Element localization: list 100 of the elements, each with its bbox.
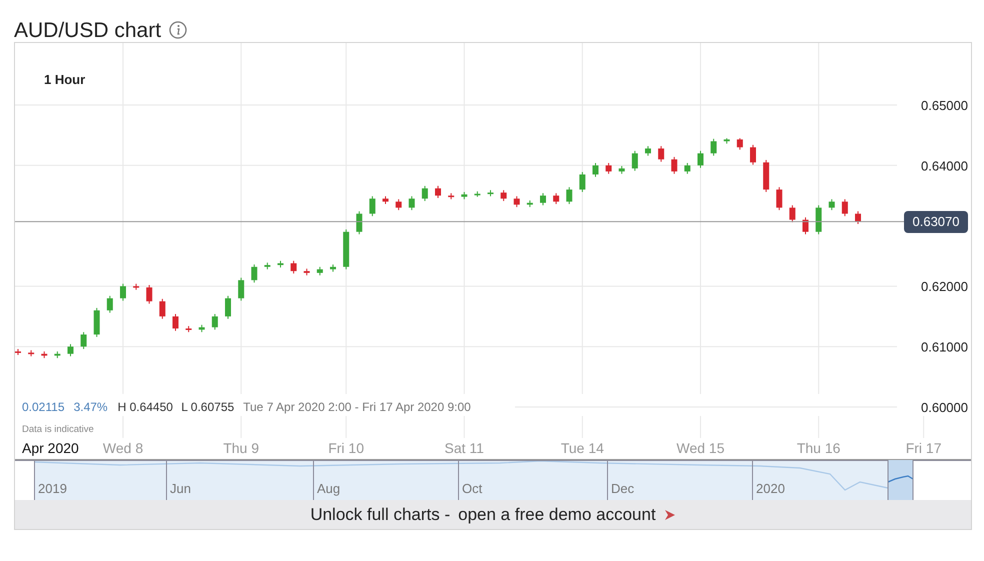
price-tag: 0.63070 <box>904 210 968 233</box>
candle <box>710 138 717 156</box>
candle <box>855 210 861 224</box>
x-axis-label: Sat 11 <box>444 440 484 456</box>
triangle-icon <box>664 508 676 520</box>
candle <box>645 146 651 156</box>
candle <box>592 162 598 178</box>
candle <box>698 150 704 168</box>
candle <box>658 146 664 162</box>
candle <box>68 344 74 357</box>
demo-account-link[interactable]: open a free demo account <box>458 502 676 528</box>
candle <box>514 196 520 208</box>
x-axis-label: Fri 10 <box>328 440 364 456</box>
stat-text: Tue 7 Apr 2020 2:00 - Fri 17 Apr 2020 9:00 <box>243 400 471 414</box>
candle <box>474 190 480 198</box>
candle <box>789 204 796 223</box>
x-axis-label: Wed 8 <box>102 440 144 456</box>
timeframe-label[interactable]: 1 Hour <box>44 72 86 87</box>
candle <box>146 284 152 304</box>
candle <box>316 266 323 276</box>
x-axis-label: Apr 2020 <box>22 440 79 456</box>
candle <box>80 332 87 350</box>
y-axis-label: 0.62000 <box>921 279 968 294</box>
candle <box>435 185 441 199</box>
candle <box>198 324 205 333</box>
y-axis-label: 0.65000 <box>921 98 968 113</box>
candle <box>159 298 166 320</box>
candle <box>632 150 638 172</box>
candle <box>553 192 560 205</box>
candle <box>106 295 113 314</box>
candle <box>408 196 415 211</box>
stat-text: 0.02115 <box>22 400 64 414</box>
candle <box>15 348 21 356</box>
candle <box>212 313 218 330</box>
x-axis-label: Thu 9 <box>223 440 260 456</box>
x-axis-label: Wed 15 <box>676 440 724 456</box>
y-axis-label: 0.60000 <box>921 400 968 415</box>
x-axis-label: Fri 17 <box>906 440 942 456</box>
candle <box>369 196 376 217</box>
candle <box>343 228 350 270</box>
candle <box>618 166 625 174</box>
candle <box>540 192 546 206</box>
x-axis-label: Tue 14 <box>560 440 604 456</box>
candle <box>671 156 678 174</box>
candle <box>763 159 770 192</box>
x-axis-label: Thu 16 <box>796 440 840 456</box>
candle <box>776 186 782 211</box>
info-icon[interactable] <box>169 21 188 39</box>
candle <box>842 198 848 217</box>
navigator-label: Aug <box>317 481 340 496</box>
candle <box>41 350 48 359</box>
candle <box>422 185 428 202</box>
chart-title: AUD/USD chart <box>14 20 162 40</box>
navigator-window[interactable] <box>888 460 913 500</box>
candle <box>396 198 402 211</box>
candle <box>606 162 612 174</box>
candle <box>278 260 284 268</box>
candle <box>579 172 586 192</box>
candle <box>828 198 835 211</box>
banner-text: Unlock full charts - <box>310 504 450 526</box>
candle <box>186 326 192 333</box>
navigator-label: Dec <box>611 481 634 496</box>
candle <box>238 277 244 302</box>
candle <box>94 307 100 338</box>
candle <box>172 313 178 332</box>
stat-text: 3.47% <box>74 400 108 414</box>
candle <box>802 216 808 235</box>
selected-range-line <box>888 475 914 483</box>
candle <box>251 264 258 284</box>
candle <box>500 190 507 202</box>
candle <box>54 350 60 359</box>
candle <box>382 196 388 205</box>
candle <box>488 190 494 197</box>
candle <box>461 191 468 200</box>
disclaimer-text: Data is indicative <box>22 424 94 435</box>
candle <box>736 138 743 150</box>
candle <box>448 192 454 200</box>
candle <box>330 264 336 272</box>
candle <box>750 144 756 166</box>
candle <box>724 138 730 144</box>
navigator-label: Oct <box>462 481 482 496</box>
candle <box>120 283 126 302</box>
candle <box>356 210 362 235</box>
stat-text: L 0.60755 <box>181 400 234 414</box>
candle <box>684 162 690 174</box>
candle <box>28 350 34 357</box>
candle <box>526 200 533 208</box>
y-axis-label: 0.64000 <box>921 158 968 174</box>
candle <box>816 204 822 235</box>
navigator-label: 2019 <box>38 481 67 496</box>
candle <box>133 283 140 290</box>
candle <box>290 260 297 274</box>
candle <box>304 268 310 276</box>
navigator-label: 2020 <box>756 481 785 496</box>
candle <box>225 295 231 320</box>
y-axis-label: 0.61000 <box>921 340 968 355</box>
candle <box>264 262 270 270</box>
stat-text: H 0.64450 <box>118 400 173 414</box>
navigator-label: Jun <box>170 481 191 496</box>
candle <box>566 186 572 205</box>
